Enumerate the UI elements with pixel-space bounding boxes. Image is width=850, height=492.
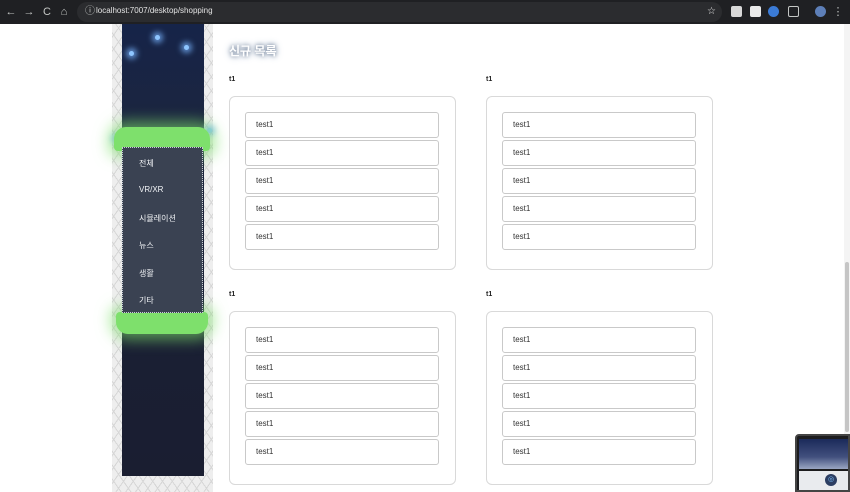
menu-item-life[interactable]: 생활: [139, 268, 154, 279]
list-item[interactable]: test1: [502, 327, 696, 353]
profile-avatar-icon[interactable]: [815, 6, 826, 17]
category-menu: 전체 VR/XR 시뮬레이션 뉴스 생활 기타: [122, 147, 203, 313]
item-card: test1 test1 test1 test1 test1: [229, 96, 456, 270]
decorative-star: [129, 51, 134, 56]
list-item[interactable]: test1: [502, 140, 696, 166]
decorative-star: [184, 45, 189, 50]
translate-extension-icon[interactable]: [768, 6, 779, 17]
list-item[interactable]: test1: [502, 383, 696, 409]
reload-icon[interactable]: C: [38, 3, 56, 21]
section-label: t1: [229, 291, 236, 298]
section-label: t1: [229, 76, 236, 83]
page-scrollbar-thumb[interactable]: [845, 262, 849, 432]
url-text: localhost:7007/desktop/shopping: [96, 6, 213, 15]
browser-toolbar: ← → C ⌂ ⓘ localhost:7007/desktop/shoppin…: [0, 0, 850, 24]
save-extension-icon[interactable]: [750, 6, 761, 17]
preview-logo-icon: ◎: [825, 474, 837, 486]
menu-item-all[interactable]: 전체: [139, 158, 154, 169]
decorative-star: [155, 35, 160, 40]
preview-ui: [799, 471, 848, 490]
site-info-icon[interactable]: ⓘ: [83, 5, 97, 19]
list-item[interactable]: test1: [245, 355, 439, 381]
screen-preview-thumbnail[interactable]: ◎: [795, 434, 850, 492]
menu-item-news[interactable]: 뉴스: [139, 240, 154, 251]
item-card: test1 test1 test1 test1 test1: [486, 96, 713, 270]
list-item[interactable]: test1: [245, 439, 439, 465]
item-card: test1 test1 test1 test1 test1: [229, 311, 456, 485]
list-item[interactable]: test1: [245, 224, 439, 250]
section-label: t1: [486, 76, 493, 83]
menu-item-vrxr[interactable]: VR/XR: [139, 185, 163, 194]
list-item[interactable]: test1: [245, 140, 439, 166]
list-item[interactable]: test1: [245, 383, 439, 409]
list-item[interactable]: test1: [245, 112, 439, 138]
list-item[interactable]: test1: [502, 439, 696, 465]
list-item[interactable]: test1: [245, 196, 439, 222]
home-icon[interactable]: ⌂: [55, 3, 73, 21]
address-bar[interactable]: ⓘ localhost:7007/desktop/shopping ☆: [77, 2, 722, 22]
extension-icon[interactable]: [731, 6, 742, 17]
list-item[interactable]: test1: [245, 168, 439, 194]
menu-glow-bottom: [116, 312, 208, 334]
preview-image: [799, 439, 848, 469]
list-item[interactable]: test1: [502, 196, 696, 222]
back-icon[interactable]: ←: [2, 3, 20, 21]
forward-icon[interactable]: →: [20, 3, 38, 21]
bookmark-star-icon[interactable]: ☆: [707, 5, 716, 19]
list-item[interactable]: test1: [502, 411, 696, 437]
list-item[interactable]: test1: [245, 411, 439, 437]
section-label: t1: [486, 291, 493, 298]
menu-item-simulation[interactable]: 시뮬레이션: [139, 213, 176, 224]
browser-menu-icon[interactable]: ⋮: [832, 3, 844, 21]
list-item[interactable]: test1: [502, 168, 696, 194]
list-item[interactable]: test1: [502, 224, 696, 250]
menu-item-other[interactable]: 기타: [139, 295, 154, 306]
item-card: test1 test1 test1 test1 test1: [486, 311, 713, 485]
page-title: 신규 목록: [229, 44, 277, 58]
list-item[interactable]: test1: [502, 112, 696, 138]
list-item[interactable]: test1: [502, 355, 696, 381]
extensions-puzzle-icon[interactable]: [788, 6, 799, 17]
list-item[interactable]: test1: [245, 327, 439, 353]
